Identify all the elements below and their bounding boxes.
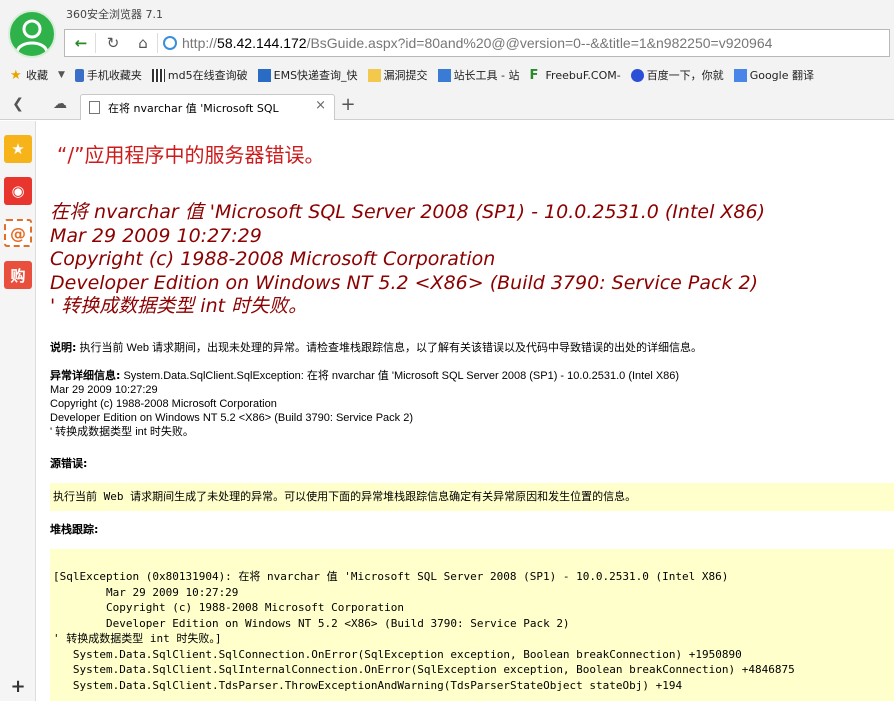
bookmark-favorites[interactable]: ★ 收藏 — [10, 67, 48, 83]
tab-active[interactable]: 在将 nvarchar 值 'Microsoft SQL × — [80, 94, 335, 120]
sidebar: ★ ◉ @ 购 + — [0, 121, 36, 701]
star-icon: ★ — [10, 67, 22, 83]
source-error-box: 执行当前 Web 请求期间生成了未处理的异常。可以使用下面的异常堆栈跟踪信息确定… — [50, 483, 894, 511]
globe-icon — [163, 36, 177, 50]
mail-at-icon[interactable]: @ — [4, 219, 32, 247]
stack-trace-label: 堆栈跟踪: — [50, 523, 99, 536]
folder-icon — [367, 68, 381, 82]
favorites-star-icon[interactable]: ★ — [4, 135, 32, 163]
bookmark-item[interactable]: 漏洞提交 — [367, 67, 428, 83]
collapse-left-icon[interactable]: ❮ — [6, 96, 30, 116]
bookmark-item[interactable]: 手机收藏夹 — [74, 67, 142, 83]
bookmark-item[interactable]: F FreebuF.COM- — [530, 69, 621, 82]
bookmark-item[interactable]: 百度一下，你就 — [630, 67, 724, 83]
freebuf-icon: F — [529, 67, 539, 83]
bookmark-item[interactable]: md5在线查询破 — [151, 67, 248, 83]
google-icon — [733, 68, 747, 82]
cloud-icon[interactable]: ☁ — [48, 96, 72, 116]
error-title: 在将 nvarchar 值 'Microsoft SQL Server 2008… — [50, 201, 766, 317]
url-path: /BsGuide.aspx?id=80and%20@@version=0--&&… — [306, 35, 773, 51]
url-host: 58.42.144.172 — [217, 35, 307, 51]
bookmarks-bar: ★ 收藏 ▼ 手机收藏夹 md5在线查询破 EMS快递查询_快 漏洞提交 站长工具… — [0, 62, 894, 88]
address-bar[interactable]: ← ↻ ⌂ http://58.42.144.172/BsGuide.aspx?… — [64, 29, 890, 57]
browser-chrome: 360安全浏览器 7.1 ← ↻ ⌂ http://58.42.144.172/… — [0, 0, 894, 120]
close-icon[interactable]: × — [315, 98, 326, 113]
add-icon[interactable]: + — [8, 676, 28, 697]
stack-trace-box: [SqlException (0x80131904): 在将 nvarchar … — [50, 549, 894, 701]
ems-icon — [257, 68, 271, 82]
home-icon[interactable]: ⌂ — [129, 31, 157, 55]
grid-icon — [151, 68, 165, 82]
source-error-label: 源错误: — [50, 457, 88, 470]
shopping-icon[interactable]: 购 — [4, 261, 32, 289]
tab-bar: ❮ ☁ 在将 nvarchar 值 'Microsoft SQL × + — [0, 92, 894, 120]
back-arrow-icon[interactable]: ← — [67, 31, 95, 55]
chevron-down-icon[interactable]: ▼ — [58, 70, 65, 80]
user-icon — [15, 19, 49, 53]
tab-title: 在将 nvarchar 值 'Microsoft SQL — [108, 102, 279, 115]
new-tab-button[interactable]: + — [337, 94, 359, 118]
page-icon — [89, 101, 100, 114]
reload-icon[interactable]: ↻ — [99, 31, 127, 55]
phone-icon — [74, 68, 84, 82]
exception-details: 异常详细信息: System.Data.SqlClient.SqlExcepti… — [50, 369, 680, 438]
url-text[interactable]: http://58.42.144.172/BsGuide.aspx?id=80a… — [182, 35, 772, 51]
app-title: 360安全浏览器 7.1 — [66, 8, 163, 21]
bookmark-item[interactable]: EMS快递查询_快 — [257, 67, 358, 83]
chart-icon — [437, 68, 451, 82]
description: 说明: 执行当前 Web 请求期间，出现未处理的异常。请检查堆栈跟踪信息，以了解… — [50, 341, 702, 354]
page-content: “/”应用程序中的服务器错误。 在将 nvarchar 值 'Microsoft… — [37, 121, 894, 701]
weibo-icon[interactable]: ◉ — [4, 177, 32, 205]
bookmark-item[interactable]: Google 翻译 — [733, 67, 814, 83]
baidu-icon — [630, 68, 644, 82]
page-title: “/”应用程序中的服务器错误。 — [57, 143, 325, 167]
bookmark-item[interactable]: 站长工具 - 站 — [437, 67, 520, 83]
user-avatar[interactable] — [8, 10, 56, 58]
